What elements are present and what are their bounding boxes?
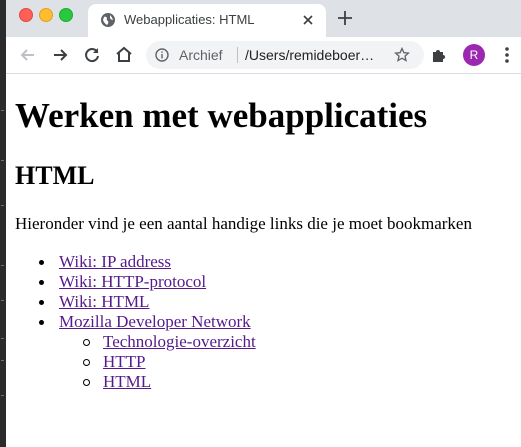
fullscreen-window-button[interactable] [59, 8, 73, 22]
section-title: HTML [15, 161, 95, 190]
back-arrow-icon[interactable] [18, 45, 38, 65]
bullet [39, 260, 44, 265]
minimize-window-button[interactable] [39, 8, 53, 22]
link-mozilla-developer-network[interactable]: Mozilla Developer Network [59, 312, 251, 332]
page-title: Werken met webapplicaties [15, 96, 428, 135]
more-menu-icon[interactable] [499, 45, 515, 65]
bullet [39, 280, 44, 285]
reload-icon[interactable] [82, 45, 102, 65]
address-bar[interactable]: Archief /Users/remideboer… [146, 41, 424, 69]
bullet [39, 300, 44, 305]
home-icon[interactable] [114, 45, 134, 65]
link-wiki-html[interactable]: Wiki: HTML [59, 292, 149, 312]
link-wiki-http-protocol[interactable]: Wiki: HTTP-protocol [59, 272, 206, 292]
extensions-puzzle-icon[interactable] [430, 46, 448, 64]
bullet [39, 320, 44, 325]
hollow-bullet [83, 339, 90, 346]
browser-toolbar: Archief /Users/remideboer… R [6, 37, 521, 74]
link-technologie-overzicht[interactable]: Technologie-overzicht [103, 332, 256, 352]
intro-text: Hieronder vind je een aantal handige lin… [15, 214, 472, 233]
link-wiki-ip-address[interactable]: Wiki: IP address [59, 252, 171, 272]
close-window-button[interactable] [19, 8, 33, 22]
omnibox-divider [237, 47, 238, 63]
tab-title: Webapplicaties: HTML [124, 12, 255, 27]
url-text[interactable]: /Users/remideboer… [245, 47, 385, 63]
tab-active[interactable]: Webapplicaties: HTML [88, 4, 326, 37]
link-html[interactable]: HTML [103, 372, 151, 392]
close-tab-icon[interactable] [301, 13, 315, 27]
bookmark-star-icon[interactable] [394, 47, 410, 63]
link-http[interactable]: HTTP [103, 352, 146, 372]
globe-icon [101, 13, 115, 27]
profile-avatar[interactable]: R [463, 44, 485, 66]
forward-arrow-icon[interactable] [50, 45, 70, 65]
tab-strip: Webapplicaties: HTML [6, 0, 521, 37]
new-tab-icon[interactable] [336, 9, 354, 27]
page-info-chip[interactable]: Archief [179, 47, 223, 63]
hollow-bullet [83, 359, 90, 366]
hollow-bullet [83, 379, 90, 386]
info-icon[interactable] [155, 48, 169, 62]
